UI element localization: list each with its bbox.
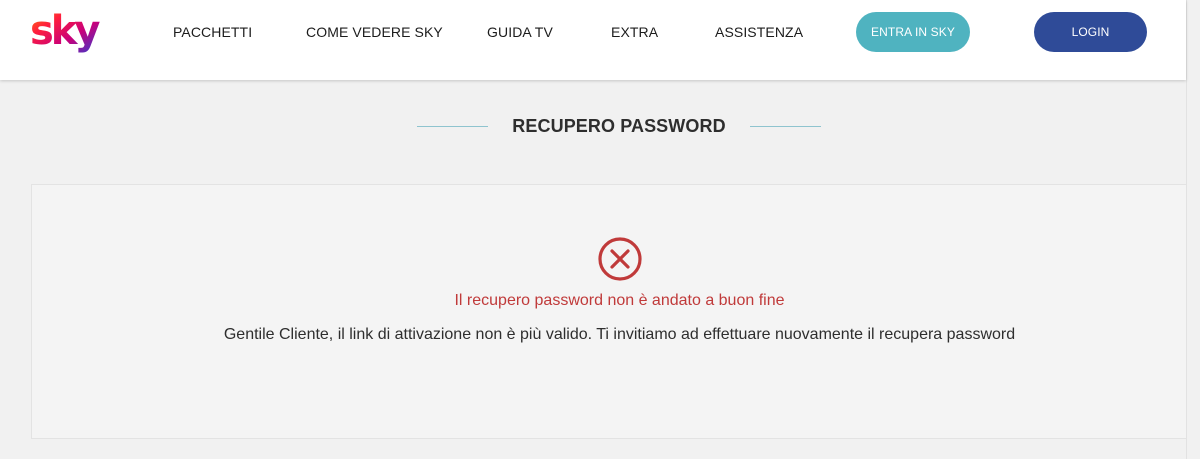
nav-come-vedere-sky[interactable]: COME VEDERE SKY [306, 22, 443, 42]
title-rule-left [417, 125, 489, 127]
error-panel: Il recupero password non è andato a buon… [31, 184, 1186, 439]
page-title: RECUPERO PASSWORD [512, 115, 726, 136]
page-scrollbar[interactable] [1186, 0, 1200, 459]
nav-assistenza[interactable]: ASSISTENZA [715, 22, 803, 42]
error-x-circle-icon [598, 237, 642, 281]
nav-pacchetti[interactable]: PACCHETTI [173, 22, 252, 42]
entra-in-sky-button[interactable]: ENTRA IN SKY [856, 12, 970, 52]
sky-logo[interactable]: sky [30, 6, 114, 60]
error-message: Gentile Cliente, il link di attivazione … [223, 326, 1016, 343]
svg-text:sky: sky [30, 8, 100, 54]
nav-extra[interactable]: EXTRA [611, 22, 658, 42]
title-rule-right [749, 125, 821, 127]
nav-guida-tv[interactable]: GUIDA TV [487, 22, 553, 42]
section-heading: RECUPERO PASSWORD [0, 108, 1200, 144]
site-header: sky PACCHETTI COME VEDERE SKY GUIDA TV E… [0, 0, 1186, 80]
error-title: Il recupero password non è andato a buon… [454, 292, 785, 309]
login-button[interactable]: LOGIN [1034, 12, 1147, 52]
